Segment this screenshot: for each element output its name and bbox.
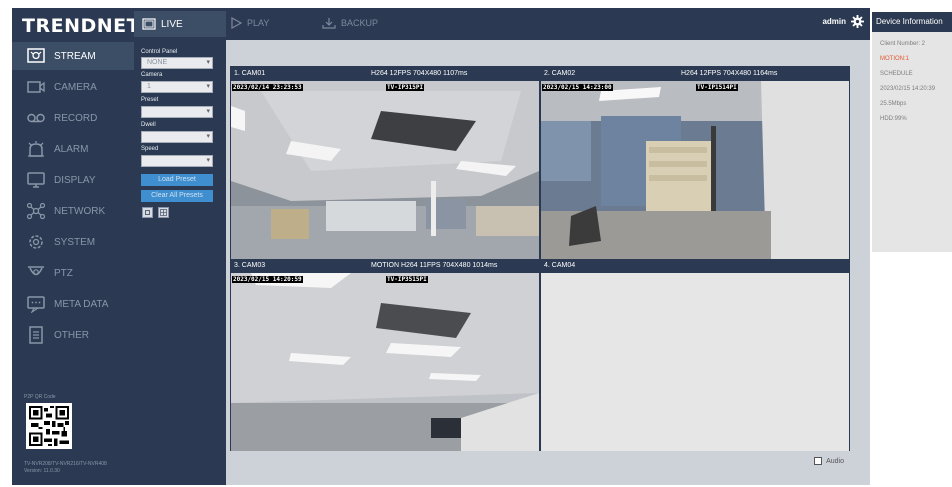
tab-play[interactable]: PLAY: [230, 17, 269, 29]
tab-backup[interactable]: BACKUP: [322, 17, 378, 29]
device-datetime: 2023/02/15 14:20:39: [880, 86, 936, 92]
hdd-usage: HDD:99%: [880, 116, 907, 122]
sidebar-item-label: NETWORK: [54, 205, 106, 217]
meta-data-icon: [27, 296, 45, 313]
camera-timestamp: 2023/02/14 23:23:53: [232, 84, 303, 91]
camera-tile-header: 1. CAM01 H264 12FPS 704X480 1107ms: [231, 67, 539, 81]
sidebar-item-label: RECORD: [54, 112, 98, 124]
sidebar-item-label: META DATA: [54, 298, 109, 310]
quad-view-icon: [160, 209, 167, 216]
camera-name: 2. CAM02: [544, 70, 576, 77]
stream-icon: [27, 48, 45, 63]
qr-code-label: P2P QR Code: [24, 394, 56, 400]
single-view-icon: [145, 210, 150, 215]
other-icon: [29, 326, 43, 344]
camera-label: Camera: [141, 72, 163, 78]
download-icon: [322, 18, 336, 29]
sidebar-item-alarm[interactable]: ALARM: [12, 135, 134, 163]
live-control-panel: LIVE Control Panel NONE Camera 1 Preset …: [134, 8, 226, 485]
trendnet-logo: TRENDNET®: [22, 15, 146, 37]
camera-name: 3. CAM03: [234, 262, 266, 269]
camera-icon: [27, 81, 45, 93]
camera-stream-info: H264 12FPS 704X480 1107ms: [371, 70, 468, 77]
device-model-version: TV-NVR208/TV-NVR216/TV-NVR408 Version: 1…: [24, 461, 107, 474]
sidebar-item-camera[interactable]: CAMERA: [12, 73, 134, 101]
sidebar-item-label: OTHER: [54, 329, 89, 341]
camera-tile-2[interactable]: 2. CAM02 H264 12FPS 704X480 1164ms 2023/…: [541, 67, 849, 259]
speed-label: Speed: [141, 146, 159, 152]
live-icon: [142, 18, 156, 30]
sidebar-item-ptz[interactable]: PTZ: [12, 259, 134, 287]
p2p-qr-code: [26, 403, 72, 449]
camera-name: 1. CAM01: [234, 70, 266, 77]
clear-presets-button[interactable]: Clear All Presets: [141, 190, 213, 202]
sidebar-item-label: SYSTEM: [54, 236, 96, 248]
camera-osd-name: TV-IP3515PI: [386, 276, 428, 283]
camera-tile-1[interactable]: 1. CAM01 H264 12FPS 704X480 1107ms 2023/…: [231, 67, 539, 259]
live-video-area: 1. CAM01 H264 12FPS 704X480 1107ms 2023/…: [226, 40, 870, 485]
sidebar-item-other[interactable]: OTHER: [12, 321, 134, 349]
motion-status: MOTION:1: [880, 56, 910, 62]
camera-name: 4. CAM04: [544, 262, 576, 269]
camera-tile-3[interactable]: 3. CAM03 MOTION H264 11FPS 704X480 1014m…: [231, 259, 539, 451]
sidebar-item-stream[interactable]: STREAM: [12, 42, 134, 70]
sidebar-item-label: CAMERA: [54, 81, 97, 93]
top-bar: PLAY BACKUP admin: [226, 8, 870, 40]
camera-video-feed: [541, 81, 849, 259]
sidebar-item-label: PTZ: [54, 267, 73, 279]
preset-label: Preset: [141, 97, 159, 103]
sidebar-item-label: ALARM: [54, 143, 89, 155]
camera-video-feed: [231, 273, 539, 451]
nvr-app: TRENDNET® STREAM CAMERA RECORD ALARM DIS…: [12, 8, 870, 485]
schedule-status: SCHEDULE: [880, 71, 913, 77]
sidebar-item-record[interactable]: RECORD: [12, 104, 134, 132]
quad-view-layout-button[interactable]: [158, 207, 169, 218]
speed-select[interactable]: [141, 155, 213, 167]
network-icon: [26, 202, 46, 220]
display-icon: [27, 172, 45, 188]
camera-stream-info: MOTION H264 11FPS 704X480 1014ms: [371, 262, 498, 269]
preset-select[interactable]: [141, 106, 213, 118]
camera-tile-header: 2. CAM02 H264 12FPS 704X480 1164ms: [541, 67, 849, 81]
alarm-icon: [28, 141, 44, 157]
bitrate-value: 25.5Mbps: [880, 101, 907, 107]
tab-live[interactable]: LIVE: [134, 11, 226, 37]
camera-osd-name: TV-IP1514PI: [696, 84, 738, 91]
camera-timestamp: 2023/02/15 14:20:59: [232, 276, 303, 283]
gear-icon[interactable]: [851, 15, 864, 28]
dwell-select[interactable]: [141, 131, 213, 143]
camera-stream-info: H264 12FPS 704X480 1164ms: [681, 70, 778, 77]
audio-label: Audio: [826, 457, 844, 465]
system-icon: [29, 235, 43, 249]
audio-checkbox[interactable]: [814, 457, 823, 465]
control-panel-label: Control Panel: [141, 49, 178, 55]
camera-osd-name: TV-IP315PI: [386, 84, 425, 91]
client-number: Client Number: 2: [880, 41, 926, 47]
user-name[interactable]: admin: [822, 17, 846, 26]
camera-tile-header: 3. CAM03 MOTION H264 11FPS 704X480 1014m…: [231, 259, 539, 273]
load-preset-button[interactable]: Load Preset: [141, 174, 213, 186]
dwell-label: Dwell: [141, 122, 156, 128]
device-information-title: Device Information: [872, 12, 952, 32]
sidebar-item-system[interactable]: SYSTEM: [12, 228, 134, 256]
sidebar-item-display[interactable]: DISPLAY: [12, 166, 134, 194]
sidebar-item-label: STREAM: [54, 50, 96, 62]
sidebar-item-label: DISPLAY: [54, 174, 96, 186]
play-icon: [231, 17, 242, 29]
camera-video-feed: [231, 81, 539, 259]
device-information-panel: Device Information Client Number: 2 MOTI…: [872, 12, 952, 252]
camera-tile-4[interactable]: 4. CAM04: [541, 259, 849, 451]
camera-tile-header: 4. CAM04: [541, 259, 849, 273]
camera-timestamp: 2023/02/15 14:23:00: [542, 84, 613, 91]
camera-select[interactable]: 1: [141, 81, 213, 93]
camera-grid: 1. CAM01 H264 12FPS 704X480 1107ms 2023/…: [230, 66, 850, 451]
record-icon: [27, 113, 45, 123]
control-panel-select[interactable]: NONE: [141, 57, 213, 69]
sidebar-item-network[interactable]: NETWORK: [12, 197, 134, 225]
sidebar: TRENDNET® STREAM CAMERA RECORD ALARM DIS…: [12, 8, 146, 485]
sidebar-item-meta-data[interactable]: META DATA: [12, 290, 134, 318]
single-view-layout-button[interactable]: [142, 207, 153, 218]
audio-toggle[interactable]: Audio: [814, 457, 844, 465]
ptz-icon: [28, 266, 44, 276]
